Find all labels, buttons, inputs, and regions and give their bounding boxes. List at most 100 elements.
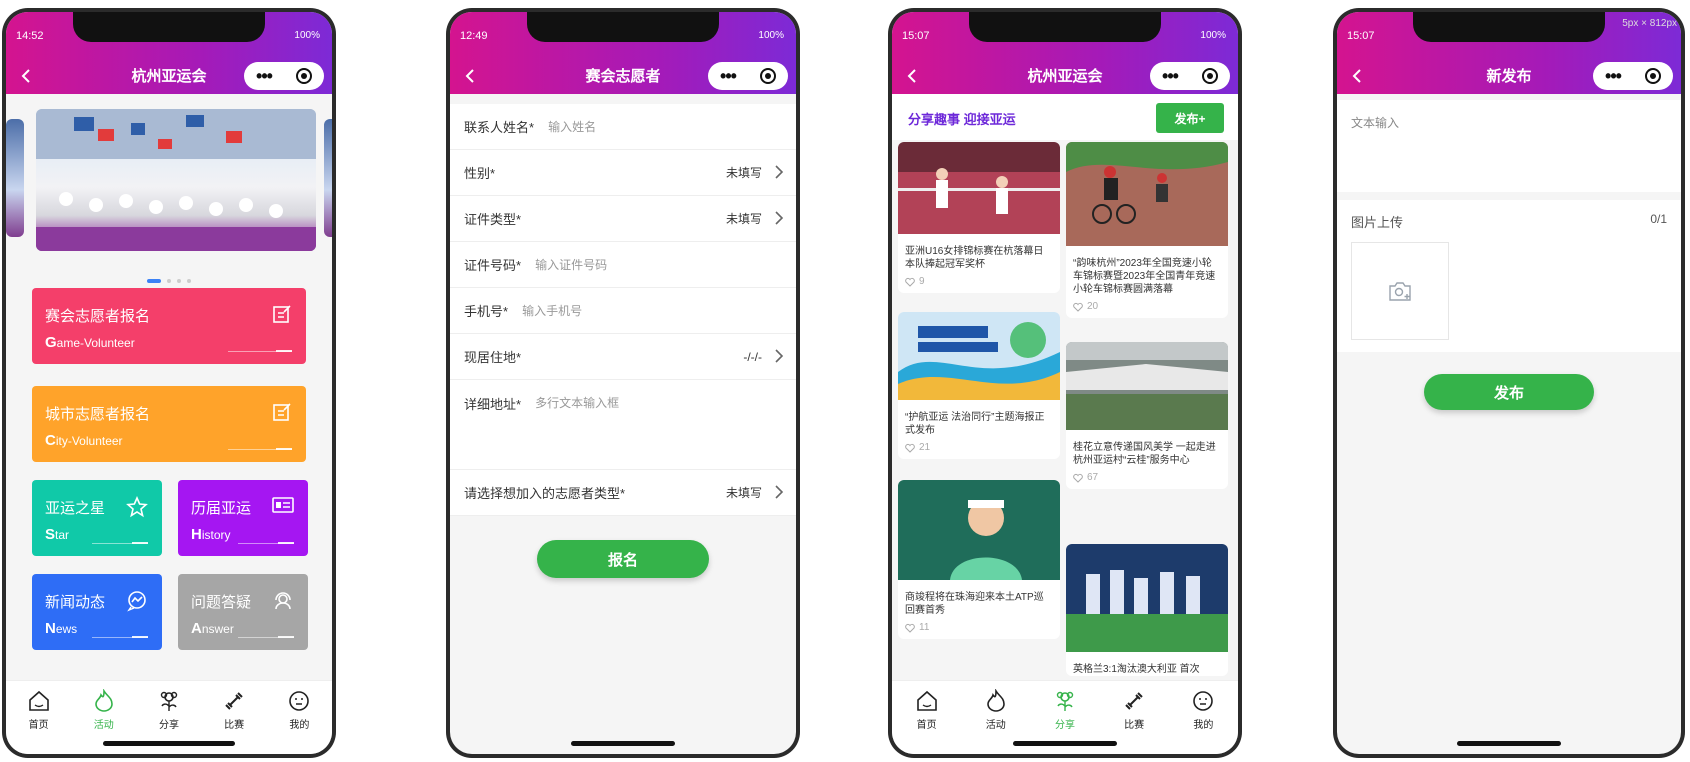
smiley-icon	[1193, 691, 1214, 711]
mini-program-capsule[interactable]: •••	[244, 62, 324, 90]
post-card[interactable]: 英格兰3:1淘汰澳大利亚 首次	[1066, 544, 1228, 676]
camera-add-icon	[1389, 282, 1411, 301]
close-mini-program-icon[interactable]	[295, 68, 312, 84]
banner-image[interactable]	[36, 109, 316, 251]
more-icon[interactable]: •••	[1162, 67, 1179, 85]
like-count[interactable]: 67	[1066, 467, 1228, 489]
banner-prev-peek[interactable]	[6, 119, 24, 237]
post-title: “韵味杭州”2023年全国竞速小轮车锦标赛暨2023年全国青年竞速小轮车锦标赛圆…	[1073, 258, 1216, 295]
id-number-field[interactable]: 证件号码* 输入证件号码	[450, 242, 796, 288]
form-screen: 12:49 100% 赛会志愿者 ••• 联系人姓名* 输入姓名 性别* 未填写…	[450, 12, 796, 754]
id-type-value: 未填写	[725, 212, 762, 226]
answer-card[interactable]: 问题答疑 Answer	[178, 574, 308, 650]
chevron-right-icon	[775, 485, 784, 499]
like-count[interactable]: 11	[898, 617, 1060, 639]
address-textarea[interactable]: 多行文本输入框	[535, 394, 619, 411]
like-count[interactable]: 21	[898, 437, 1060, 459]
name-field[interactable]: 联系人姓名* 输入姓名	[450, 104, 796, 150]
poster-image	[898, 312, 1060, 400]
field-label: 证件类型*	[464, 212, 522, 227]
field-label: 请选择想加入的志愿者类型*	[464, 486, 626, 501]
tab-label: 活动	[93, 720, 114, 731]
phone-input[interactable]: 输入手机号	[522, 302, 582, 319]
flame-icon	[94, 689, 113, 712]
history-card[interactable]: 历届亚运 History	[178, 480, 308, 556]
tennis-player-image	[898, 480, 1060, 580]
post-card[interactable]: 商竣程将在珠海迎来本土ATP巡回赛首秀 11	[898, 480, 1060, 639]
tab-home[interactable]: 首页	[905, 689, 949, 754]
smiley-icon	[289, 691, 310, 711]
carousel-dot[interactable]	[147, 279, 161, 283]
tab-home[interactable]: 首页	[17, 689, 61, 754]
carousel-dot[interactable]	[167, 279, 171, 283]
new-post-screen: 5px × 812px 15:07 新发布 ••• 文本输入 图片上传 0/1 …	[1337, 12, 1681, 754]
post-title: 亚洲U16女排锦标赛在杭落幕日本队捧起冠军奖杯	[905, 246, 1044, 270]
post-card[interactable]: “韵味杭州”2023年全国竞速小轮车锦标赛暨2023年全国青年竞速小轮车锦标赛圆…	[1066, 142, 1228, 318]
notch	[527, 12, 719, 42]
publish-button[interactable]: 发布	[1424, 374, 1594, 410]
field-label: 详细地址*	[464, 397, 522, 412]
mini-program-capsule[interactable]: •••	[1593, 62, 1673, 90]
banner-next-peek[interactable]	[324, 119, 332, 237]
volunteer-form: 联系人姓名* 输入姓名 性别* 未填写 证件类型* 未填写 证件号码* 输入证件…	[450, 104, 796, 516]
home-indicator	[103, 741, 235, 746]
residence-field[interactable]: 现居住地* -/-/-	[450, 334, 796, 380]
mini-program-capsule[interactable]: •••	[708, 62, 788, 90]
carousel-dot[interactable]	[187, 279, 191, 283]
close-mini-program-icon[interactable]	[759, 68, 776, 84]
more-icon[interactable]: •••	[720, 67, 737, 85]
tab-label: 分享	[1054, 720, 1075, 731]
star-card[interactable]: 亚运之星 Star	[32, 480, 162, 556]
phone-home: 14:52 100% 杭州亚运会 ••• 赛会志愿者报名 Game-Volunt…	[2, 8, 336, 758]
notch	[1413, 12, 1605, 42]
address-field[interactable]: 详细地址* 多行文本输入框	[450, 380, 796, 470]
card-subtitle: Star	[45, 526, 70, 543]
card-title: 亚运之星	[45, 500, 106, 517]
id-type-field[interactable]: 证件类型* 未填写	[450, 196, 796, 242]
publish-button[interactable]: 发布+	[1156, 103, 1224, 133]
text-input-area[interactable]: 文本输入	[1337, 100, 1681, 192]
signup-button[interactable]: 报名	[537, 540, 709, 578]
post-card[interactable]: 亚洲U16女排锦标赛在杭落幕日本队捧起冠军奖杯 9	[898, 142, 1060, 293]
like-count[interactable]: 20	[1066, 296, 1228, 318]
share-header: 分享趣事 迎接亚运 发布+	[892, 94, 1238, 140]
close-mini-program-icon[interactable]	[1644, 68, 1661, 84]
heart-icon	[1073, 473, 1083, 483]
card-title: 城市志愿者报名	[45, 406, 151, 423]
field-label: 联系人姓名*	[464, 120, 535, 135]
card-decoration-line	[228, 448, 292, 450]
field-label: 手机号*	[464, 304, 509, 319]
gender-field[interactable]: 性别* 未填写	[450, 150, 796, 196]
home-indicator	[1013, 741, 1117, 746]
phone-field[interactable]: 手机号* 输入手机号	[450, 288, 796, 334]
volunteer-type-field[interactable]: 请选择想加入的志愿者类型* 未填写	[450, 470, 796, 516]
mini-program-capsule[interactable]: •••	[1150, 62, 1230, 90]
more-icon[interactable]: •••	[1605, 67, 1622, 85]
support-agent-icon	[275, 592, 291, 610]
post-card[interactable]: 桂花立意传递国风美学 一起走进杭州亚运村“云桂”服务中心 67	[1066, 342, 1228, 489]
tab-mine[interactable]: 我的	[1181, 689, 1225, 754]
share-title: 分享趣事 迎接亚运	[908, 112, 1016, 127]
image-upload-slot[interactable]	[1351, 242, 1449, 340]
tab-mine[interactable]: 我的	[277, 689, 321, 754]
banner-carousel[interactable]	[6, 109, 332, 251]
notch	[969, 12, 1161, 42]
carousel-dot[interactable]	[177, 279, 181, 283]
post-card[interactable]: “护航亚运 法治同行”主题海报正式发布 21	[898, 312, 1060, 459]
news-card[interactable]: 新闻动态 News	[32, 574, 162, 650]
gender-value: 未填写	[725, 166, 762, 180]
volleyball-image	[898, 142, 1060, 234]
tab-label: 我的	[289, 720, 310, 731]
id-card-icon	[272, 497, 294, 513]
tab-activity[interactable]: 活动	[974, 689, 1018, 754]
tab-match[interactable]: 比赛	[1112, 689, 1156, 754]
card-decoration-line	[92, 636, 148, 638]
star-icon	[126, 496, 148, 518]
more-icon[interactable]: •••	[256, 67, 273, 85]
game-volunteer-card[interactable]: 赛会志愿者报名 Game-Volunteer	[32, 288, 306, 364]
name-input[interactable]: 输入姓名	[548, 118, 596, 135]
id-number-input[interactable]: 输入证件号码	[535, 256, 607, 273]
like-count[interactable]: 9	[898, 271, 1060, 293]
city-volunteer-card[interactable]: 城市志愿者报名 City-Volunteer	[32, 386, 306, 462]
close-mini-program-icon[interactable]	[1201, 68, 1218, 84]
